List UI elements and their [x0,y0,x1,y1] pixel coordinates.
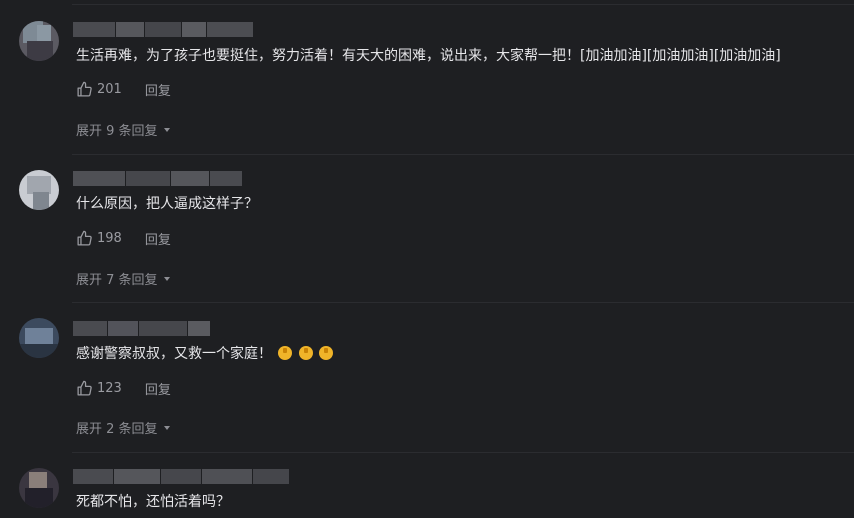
comment-text: 什么原因，把人逼成这样子？ [76,196,258,212]
like-button[interactable]: 123 [76,380,122,397]
comment-list: 生活再难，为了孩子也要挺住，努力活着！有天大的困难，说出来，大家帮一把！[加油加… [0,0,854,518]
expand-replies-label: 展开 2 条回复 [76,422,158,437]
username-redacted[interactable] [73,469,289,484]
chevron-down-icon [163,425,170,430]
like-button[interactable]: 198 [76,230,122,247]
comment-text: 感谢警察叔叔，又救一个家庭！ [76,344,334,364]
comment-text: 死都不怕，还怕活着吗？ [76,494,230,510]
avatar[interactable] [19,318,59,358]
divider [72,302,854,303]
username-redacted[interactable] [73,171,242,186]
comment-item: 感谢警察叔叔，又救一个家庭！ 123 回复 展开 2 条回复 [0,302,854,451]
thumbs-up-icon [76,380,93,397]
divider [72,4,854,5]
divider [72,154,854,155]
expand-replies-button[interactable]: 展开 7 条回复 [76,269,170,288]
comment-text-body: 感谢警察叔叔，又救一个家庭！ [76,346,272,362]
thumbs-up-icon [76,230,93,247]
chevron-down-icon [163,127,170,132]
avatar[interactable] [19,21,59,61]
avatar[interactable] [19,468,59,508]
like-count: 198 [97,231,122,246]
reply-button[interactable]: 回复 [145,379,171,398]
chevron-down-icon [163,276,170,281]
comment-actions: 123 回复 [76,379,171,398]
thumbs-up-icon [76,81,93,98]
reply-button[interactable]: 回复 [145,80,171,99]
thumbs-up-emoji [278,346,293,360]
username-redacted[interactable] [73,22,253,37]
like-count: 201 [97,82,122,97]
comment-text: 生活再难，为了孩子也要挺住，努力活着！有天大的困难，说出来，大家帮一把！[加油加… [76,48,781,64]
thumbs-up-emoji [319,346,334,360]
comment-item: 什么原因，把人逼成这样子？ 198 回复 展开 7 条回复 [0,154,854,303]
expand-replies-label: 展开 9 条回复 [76,124,158,139]
comment-item: 生活再难，为了孩子也要挺住，努力活着！有天大的困难，说出来，大家帮一把！[加油加… [0,4,854,154]
expand-replies-label: 展开 7 条回复 [76,273,158,288]
divider [72,452,854,453]
expand-replies-button[interactable]: 展开 9 条回复 [76,120,170,139]
avatar[interactable] [19,170,59,210]
thumbs-up-emoji [298,346,313,360]
like-count: 123 [97,381,122,396]
comment-actions: 198 回复 [76,229,171,248]
reply-button[interactable]: 回复 [145,229,171,248]
comment-item: 死都不怕，还怕活着吗？ [0,452,854,518]
expand-replies-button[interactable]: 展开 2 条回复 [76,418,170,437]
like-button[interactable]: 201 [76,81,122,98]
comment-actions: 201 回复 [76,80,171,99]
username-redacted[interactable] [73,321,210,336]
